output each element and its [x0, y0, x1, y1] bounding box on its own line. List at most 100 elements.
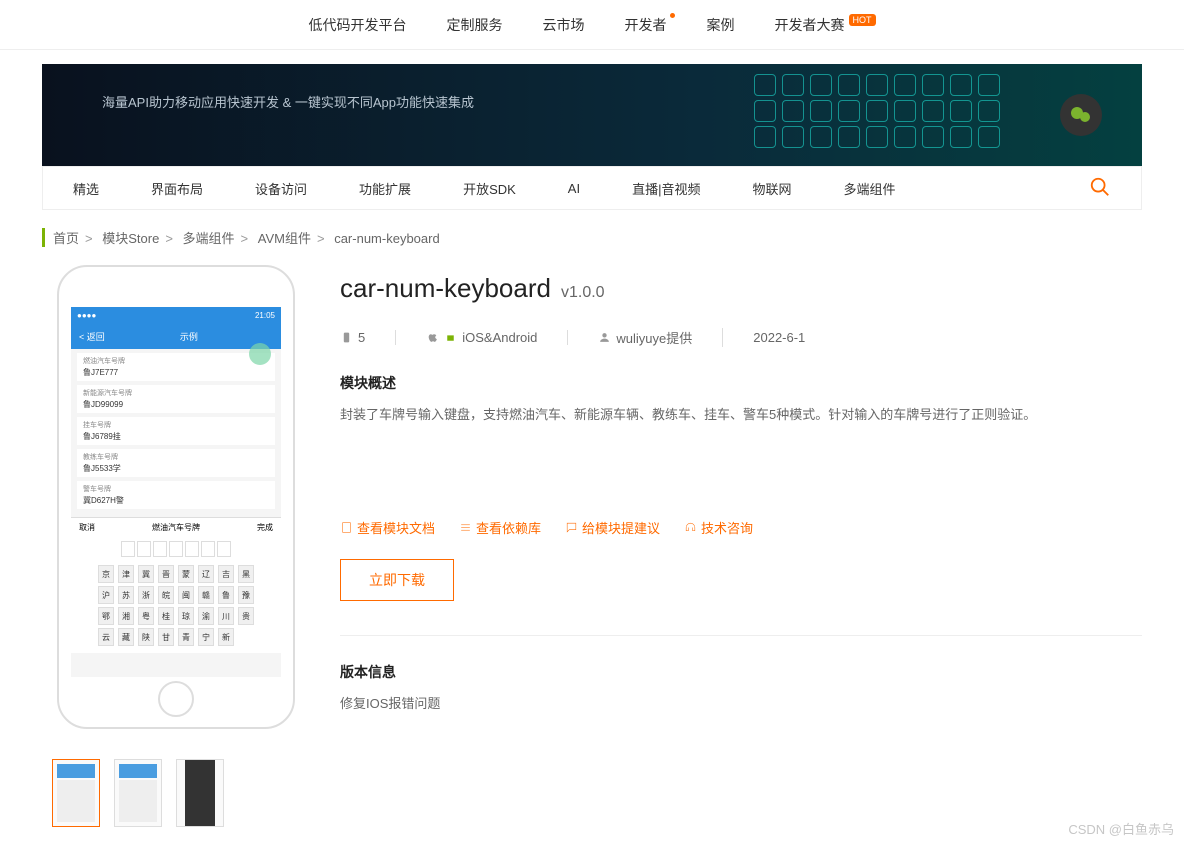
cat-device[interactable]: 设备访问	[255, 179, 307, 198]
nav-developer[interactable]: 开发者	[625, 15, 667, 35]
kb-key: 赣	[198, 586, 214, 604]
list-icon	[459, 521, 472, 534]
cat-layout[interactable]: 界面布局	[151, 179, 203, 198]
kb-key: 贵	[238, 607, 254, 625]
kb-key: 闽	[178, 586, 194, 604]
nav-lowcode[interactable]: 低代码开发平台	[309, 15, 407, 35]
hero-banner: 海量API助力移动应用快速开发 & 一键实现不同App功能快速集成	[42, 64, 1142, 166]
link-doc[interactable]: 查看模块文档	[340, 518, 435, 537]
cat-iot[interactable]: 物联网	[752, 179, 791, 198]
list-item: 燃油汽车号牌鲁J7E777	[77, 353, 275, 381]
list-item: 新能源汽车号牌鲁JD99099	[77, 385, 275, 413]
search-icon[interactable]	[1089, 176, 1111, 201]
meta-author: wuliyuye提供	[598, 328, 723, 347]
kb-key: 冀	[138, 565, 154, 583]
kb-key: 苏	[118, 586, 134, 604]
kb-key: 豫	[238, 586, 254, 604]
package-name: car-num-keyboard	[340, 273, 551, 304]
kb-key: 辽	[198, 565, 214, 583]
thumb-2[interactable]	[114, 759, 162, 827]
kb-key: 黑	[238, 565, 254, 583]
notification-dot-icon	[670, 13, 675, 18]
nav-custom[interactable]: 定制服务	[447, 15, 503, 35]
cat-sdk[interactable]: 开放SDK	[463, 179, 516, 198]
doc-icon	[340, 521, 353, 534]
chat-icon	[565, 521, 578, 534]
list-item: 警车号牌冀D627H警	[77, 481, 275, 509]
cat-ai[interactable]: AI	[568, 181, 580, 196]
phone-header: < 返回示例	[71, 324, 281, 349]
kb-key: 鲁	[218, 586, 234, 604]
indicator-dot-icon	[249, 343, 271, 365]
kb-key: 京	[98, 565, 114, 583]
category-bar: 精选 界面布局 设备访问 功能扩展 开放SDK AI 直播|音视频 物联网 多端…	[42, 166, 1142, 210]
nav-contest[interactable]: 开发者大赛HOT	[775, 15, 876, 35]
crumb-current: car-num-keyboard	[334, 231, 440, 246]
kb-key: 粤	[138, 607, 154, 625]
kb-key: 吉	[218, 565, 234, 583]
kb-key: 浙	[138, 586, 154, 604]
nav-market[interactable]: 云市场	[543, 15, 585, 35]
android-icon	[444, 331, 457, 344]
kb-key: 青	[178, 628, 194, 646]
cat-extend[interactable]: 功能扩展	[359, 179, 411, 198]
nav-cases[interactable]: 案例	[707, 15, 735, 35]
kb-key: 新	[218, 628, 234, 646]
download-button[interactable]: 立即下载	[340, 559, 454, 601]
crumb-multi[interactable]: 多端组件	[183, 231, 235, 246]
kb-key: 蒙	[178, 565, 194, 583]
cat-featured[interactable]: 精选	[73, 179, 99, 198]
kb-cancel: 取消	[79, 522, 95, 533]
breadcrumb: 首页> 模块Store> 多端组件> AVM组件> car-num-keyboa…	[42, 228, 1142, 247]
kb-key: 陕	[138, 628, 154, 646]
headset-icon	[684, 521, 697, 534]
kb-key: 琼	[178, 607, 194, 625]
crumb-store[interactable]: 模块Store	[102, 231, 159, 246]
banner-icon-grid	[754, 74, 1002, 148]
user-icon	[598, 331, 611, 344]
overview-title: 模块概述	[340, 373, 1142, 393]
meta-downloads: 5	[340, 330, 396, 345]
kb-key: 宁	[198, 628, 214, 646]
kb-key: 甘	[158, 628, 174, 646]
kb-key: 皖	[158, 586, 174, 604]
list-item: 挂车号牌鲁J6789挂	[77, 417, 275, 445]
version-title: 版本信息	[340, 662, 1142, 682]
package-version: v1.0.0	[561, 284, 605, 302]
meta-platform: iOS&Android	[426, 330, 568, 345]
thumb-3[interactable]	[176, 759, 224, 827]
watermark: CSDN @白鱼赤乌	[1068, 819, 1174, 838]
thumb-1[interactable]	[52, 759, 100, 827]
kb-key: 津	[118, 565, 134, 583]
top-nav: 低代码开发平台 定制服务 云市场 开发者 案例 开发者大赛HOT	[0, 0, 1184, 50]
divider	[340, 635, 1142, 636]
cat-live[interactable]: 直播|音视频	[632, 179, 700, 198]
phone-mockup: ●●●●21:05 < 返回示例 燃油汽车号牌鲁J7E777 新能源汽车号牌鲁JD…	[57, 265, 295, 729]
kb-key: 湘	[118, 607, 134, 625]
crumb-avm[interactable]: AVM组件	[258, 231, 311, 246]
link-consult[interactable]: 技术咨询	[684, 518, 753, 537]
phone-icon	[340, 331, 353, 344]
link-dep[interactable]: 查看依赖库	[459, 518, 541, 537]
version-text: 修复IOS报错问题	[340, 692, 1142, 717]
phone-statusbar: ●●●●21:05	[71, 307, 281, 324]
kb-key: 桂	[158, 607, 174, 625]
overview-text: 封装了车牌号输入键盘，支持燃油汽车、新能源车辆、教练车、挂车、警车5种模式。针对…	[340, 403, 1142, 428]
kb-title: 燃油汽车号牌	[152, 522, 200, 533]
meta-date: 2022-6-1	[753, 330, 835, 345]
kb-key: 渝	[198, 607, 214, 625]
kb-key: 沪	[98, 586, 114, 604]
link-suggest[interactable]: 给模块提建议	[565, 518, 660, 537]
kb-key: 晋	[158, 565, 174, 583]
wechat-icon[interactable]	[1060, 94, 1102, 136]
hot-badge: HOT	[849, 14, 876, 26]
cat-multi[interactable]: 多端组件	[844, 179, 896, 198]
kb-done: 完成	[257, 522, 273, 533]
apple-icon	[426, 331, 439, 344]
kb-key: 川	[218, 607, 234, 625]
kb-key: 云	[98, 628, 114, 646]
kb-key: 藏	[118, 628, 134, 646]
crumb-home[interactable]: 首页	[53, 231, 79, 246]
thumbnail-row	[42, 759, 310, 827]
list-item: 教练车号牌鲁J5533学	[77, 449, 275, 477]
